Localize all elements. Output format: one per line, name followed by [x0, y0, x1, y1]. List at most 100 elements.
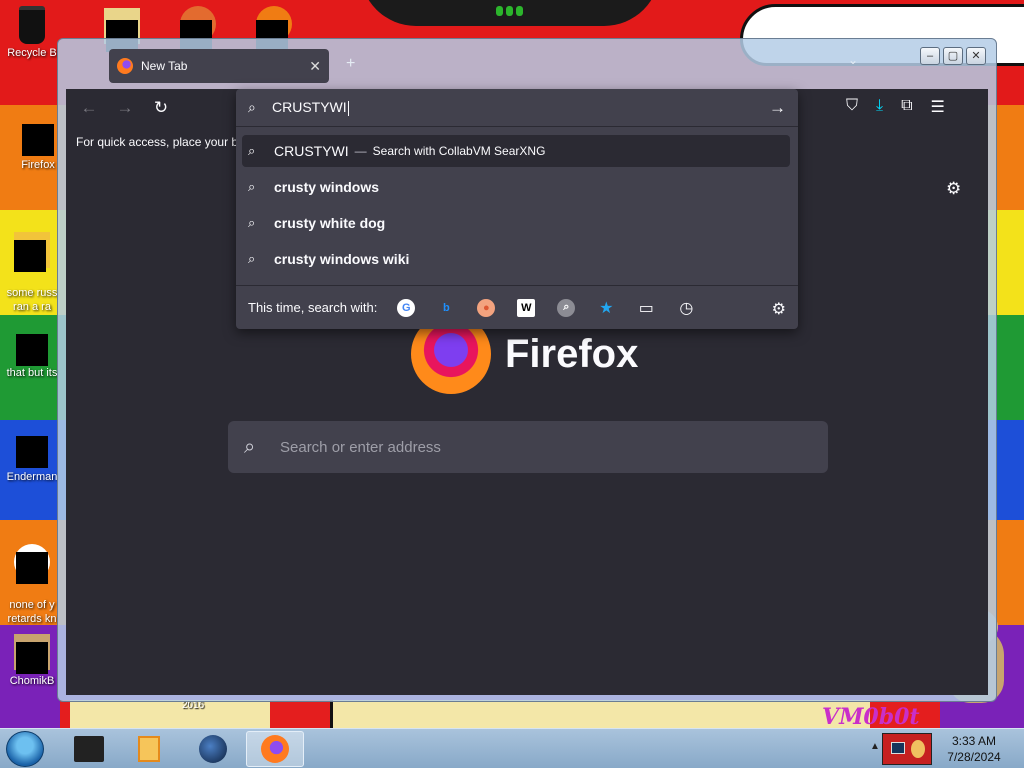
result-separator: —: [354, 144, 367, 158]
search-icon: ⌕: [248, 179, 256, 194]
taskbar: ▲ 3:33 AM 7/28/2024: [0, 728, 1024, 768]
go-arrow-icon[interactable]: →: [769, 98, 786, 118]
search-icon: ⌕: [248, 143, 256, 158]
back-arrow-icon[interactable]: ←: [78, 97, 100, 119]
file-icon: [14, 634, 50, 674]
suggestion-text: crusty windows: [274, 179, 380, 195]
toolbar-right: ⛉ ⤓ ⧉ ☰: [846, 97, 945, 117]
desktop-icon-none-of-y[interactable]: none of y retards kn: [0, 530, 64, 626]
minimize-button[interactable]: –: [920, 47, 940, 65]
firefox-icon: [117, 58, 133, 74]
terminal-icon: [74, 736, 104, 762]
desktop-icon-some-russ[interactable]: some russ ran a ra: [0, 218, 64, 314]
taskbar-app-2[interactable]: [120, 731, 178, 767]
urlbar-dropdown: ⌕ CRUSTYWI → ⌕ CRUSTYWI — Search with Co…: [236, 89, 798, 329]
new-tab-button[interactable]: +: [346, 55, 355, 73]
desktop-icon-recycle-bin[interactable]: Recycle B: [0, 6, 64, 60]
search-icon: ⌕: [248, 251, 256, 266]
window-controls: – ▢ ✕: [920, 47, 986, 65]
urlbar-value[interactable]: CRUSTYWI: [272, 99, 347, 115]
history-icon[interactable]: ◷: [677, 299, 695, 317]
desktop-icon-chomik[interactable]: ChomikB: [0, 634, 64, 688]
firefox-icon: [261, 735, 289, 763]
file-icon: [14, 544, 50, 584]
start-button[interactable]: [6, 731, 44, 767]
bing-engine-icon[interactable]: b: [437, 299, 455, 317]
google-engine-icon[interactable]: G: [397, 298, 416, 317]
engine-list: Gb ● W ⌕ ★ ▭ ◷: [397, 298, 717, 317]
page-search-box[interactable]: ⌕: [228, 421, 828, 473]
searxng-engine-icon[interactable]: ⌕: [557, 298, 576, 317]
page-search-input[interactable]: [280, 438, 800, 456]
desktop-icon-label: that but its: [6, 367, 58, 379]
urlbar-input[interactable]: ⌕ CRUSTYWI →: [236, 89, 798, 127]
result-search-with-engine[interactable]: ⌕ CRUSTYWI — Search with CollabVM SearXN…: [242, 135, 790, 167]
file-icon: [14, 430, 50, 468]
forward-arrow-icon[interactable]: →: [114, 97, 136, 119]
reload-icon[interactable]: ↻: [150, 97, 172, 119]
extensions-icon[interactable]: ⧉: [901, 97, 912, 117]
tabs-icon[interactable]: ▭: [637, 299, 655, 317]
wallpaper-green-dot: [496, 6, 503, 16]
suggestion-item[interactable]: ⌕ crusty windows: [242, 171, 790, 203]
suggestion-text: crusty windows wiki: [274, 251, 410, 267]
wallpaper-green-dot: [516, 6, 523, 16]
tab-close-icon[interactable]: ✕: [309, 58, 321, 75]
suggestion-item[interactable]: ⌕ crusty windows wiki: [242, 243, 790, 275]
vmbot-watermark: VM0b0t: [822, 704, 920, 728]
settings-gear-icon[interactable]: ⚙: [946, 179, 961, 199]
pocket-icon[interactable]: ⛉: [846, 97, 858, 117]
close-window-button[interactable]: ✕: [966, 47, 986, 65]
wallpaper-bottom-art: 2016: [60, 700, 940, 728]
bookmarks-bar-hint: For quick access, place your b: [76, 135, 239, 149]
desktop-icon-label: ChomikB: [9, 675, 55, 687]
desktop-icon-that-but-its[interactable]: that but its: [0, 326, 64, 380]
desktop-icon-enderman[interactable]: Enderman: [0, 430, 64, 484]
search-settings-gear-icon[interactable]: ⚙: [772, 299, 786, 319]
clock-time: 3:33 AM: [951, 734, 997, 748]
wallpaper-green-dot: [506, 6, 513, 16]
suggestion-item[interactable]: ⌕ crusty white dog: [242, 207, 790, 239]
taskbar-app-3[interactable]: [184, 731, 242, 767]
search-icon: ⌕: [244, 435, 256, 458]
browser-content: ← → ↻ ⛉ ⤓ ⧉ ☰ For quick access, place yo…: [66, 89, 988, 695]
desktop-icon-label: Enderman: [6, 471, 58, 483]
media-player-icon: [138, 736, 160, 762]
tab-new-tab[interactable]: New Tab ✕: [109, 49, 329, 83]
globe-icon: [199, 735, 227, 763]
search-engine-row: This time, search with: Gb ● W ⌕ ★ ▭ ◷ ⚙: [236, 285, 798, 329]
search-icon: ⌕: [248, 99, 256, 115]
app-icon: [256, 6, 292, 52]
file-icon: [14, 326, 50, 366]
text-caret: [347, 100, 349, 116]
search-icon: ⌕: [248, 215, 256, 230]
desktop-icon-label: none of y retards kn: [7, 599, 57, 625]
bookmarks-icon[interactable]: ★: [597, 299, 615, 317]
taskbar-firefox[interactable]: [246, 731, 304, 767]
desktop-icon-label: Firefox: [21, 159, 55, 171]
clock[interactable]: 3:33 AM 7/28/2024: [934, 733, 1014, 765]
suggestion-text: crusty white dog: [274, 215, 386, 231]
list-tabs-icon[interactable]: ⌄: [848, 53, 858, 67]
recycle-bin-icon: [14, 6, 50, 44]
taskbar-app-1[interactable]: [60, 731, 118, 767]
engines-label: This time, search with:: [248, 300, 378, 315]
menu-icon[interactable]: ☰: [931, 97, 945, 117]
result-action: Search with CollabVM SearXNG: [372, 144, 546, 158]
tray-app-icon[interactable]: [882, 733, 932, 765]
show-hidden-icons-icon[interactable]: ▲: [870, 741, 880, 752]
file-icon: [14, 232, 50, 272]
duckduckgo-engine-icon[interactable]: ●: [477, 298, 496, 317]
desktop-icon-label: Recycle B: [7, 47, 57, 59]
wallpaper-shape: [70, 700, 270, 728]
browser-icon: [180, 6, 216, 52]
wallpaper-shape: [330, 700, 870, 728]
maximize-button[interactable]: ▢: [943, 47, 963, 65]
result-text: CRUSTYWI: [274, 143, 349, 159]
wikipedia-engine-icon[interactable]: W: [517, 298, 536, 317]
clock-date: 7/28/2024: [947, 750, 1001, 764]
system-tray: ▲: [866, 729, 936, 768]
firefox-window: New Tab ✕ + ⌄ – ▢ ✕ ← → ↻ ⛉ ⤓ ⧉ ☰ For qu…: [57, 38, 997, 702]
firefox-icon: [20, 118, 56, 156]
downloads-icon[interactable]: ⤓: [876, 97, 883, 117]
